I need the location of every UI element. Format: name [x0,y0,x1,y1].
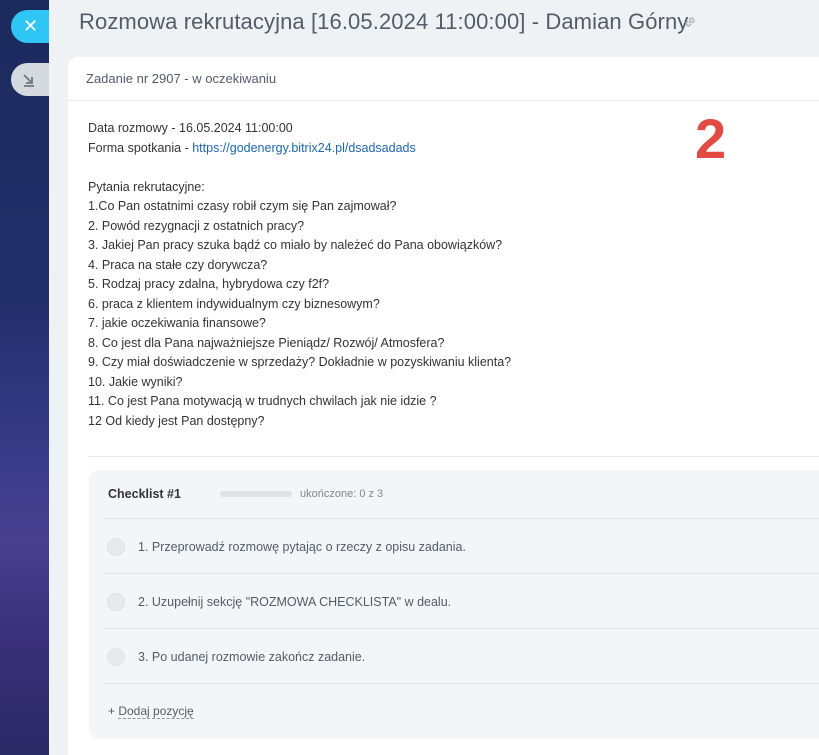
minimize-arrow-icon [23,73,34,87]
meeting-link[interactable]: https://godenergy.bitrix24.pl/dsadsadads [192,141,416,155]
task-description: Data rozmowy - 16.05.2024 11:00:00 Forma… [88,119,511,431]
add-item-button[interactable]: + Dodaj pozycję [108,704,194,719]
question-item: 9. Czy miał doświadczenie w sprzedaży? D… [88,355,512,369]
interview-date: Data rozmowy - 16.05.2024 11:00:00 [88,121,293,135]
checklist-item[interactable]: 1. Przeprowadź rozmowę pytając o rzeczy … [103,518,819,574]
checklist-item-label: 1. Przeprowadź rozmowę pytając o rzeczy … [138,539,466,554]
close-icon: ✕ [23,16,39,36]
question-item: 7. jakie oczekiwania finansowe? [88,316,266,330]
meeting-form: Forma spotkania - https://godenergy.bitr… [88,140,416,155]
question-item: 6. praca z klientem indywidualnym czy bi… [88,296,380,311]
checkbox-circle-icon[interactable] [107,647,125,666]
divider [103,683,819,684]
divider [88,456,819,457]
question-item: 10. Jakie wyniki? [88,374,183,389]
question-item: 11. Co jest Pana motywacją w trudnych ch… [88,394,437,408]
question-item: 8. Co jest dla Pana najważniejsze Pienią… [88,335,445,350]
page-title: Rozmowa rekrutacyjna [16.05.2024 11:00:0… [79,9,689,34]
checklist-progress-bar [220,491,292,497]
checklist-status: ukończone: 0 z 3 [300,488,384,500]
question-item: 3. Jakiej Pan pracy szuka bądź co miało … [88,238,503,252]
questions-heading: Pytania rekrutacyjne: [88,179,205,194]
checklist-item-label: 3. Po udanej rozmowie zakończ zadanie. [138,649,366,664]
checklist: Checklist #1 ukończone: 0 z 3 1. Przepro… [89,470,819,739]
question-item: 4. Praca na stałe czy dorywcza? [88,257,268,272]
checklist-item[interactable]: 2. Uzupełnij sekcję "ROZMOWA CHECKLISTA"… [103,573,819,629]
task-header: Zadanie nr 2907 - w oczekiwaniu [68,57,819,101]
link-icon[interactable] [683,15,697,29]
question-item: 12 Od kiedy jest Pan dostępny? [88,413,265,428]
background-strip [0,0,49,755]
checklist-item[interactable]: 3. Po udanej rozmowie zakończ zadanie. [103,628,819,684]
task-panel: Rozmowa rekrutacyjna [16.05.2024 11:00:0… [49,0,819,755]
question-item: 1.Co Pan ostatnimi czasy robił czym się … [88,199,397,213]
task-card: Zadanie nr 2907 - w oczekiwaniu Data roz… [68,57,819,755]
checklist-title[interactable]: Checklist #1 [108,487,181,501]
question-item: 2. Powód rezygnacji z ostatnich pracy? [88,218,305,233]
checklist-item-label: 2. Uzupełnij sekcję "ROZMOWA CHECKLISTA"… [138,594,452,609]
checkbox-circle-icon[interactable] [107,537,125,556]
checkbox-circle-icon[interactable] [107,592,125,611]
question-item: 5. Rodzaj pracy zdalna, hybrydowa czy f2… [88,277,330,291]
annotation-marker: 2 [695,107,727,170]
